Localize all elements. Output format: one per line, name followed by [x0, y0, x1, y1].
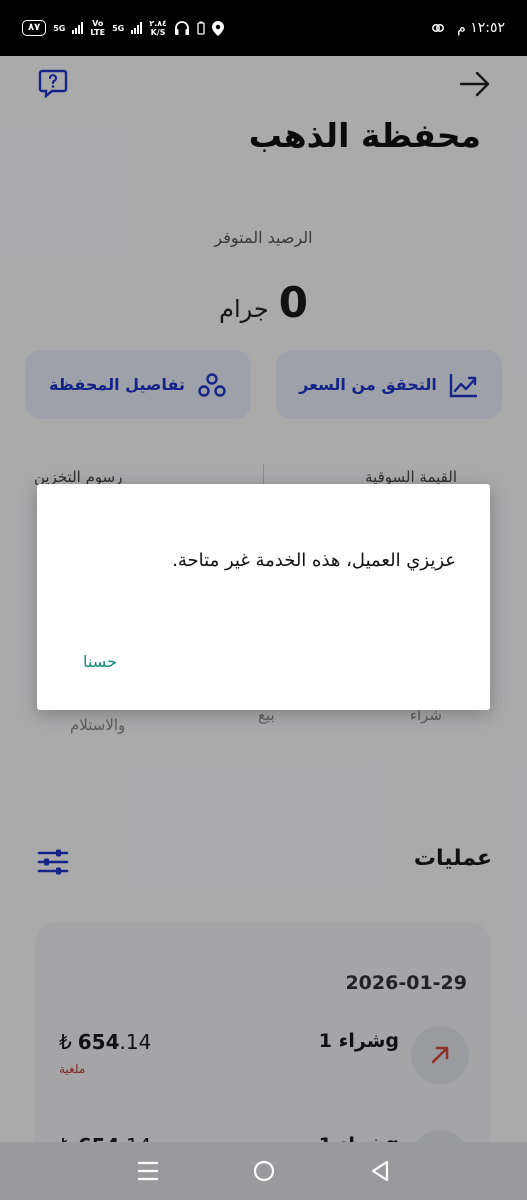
headphones-icon [174, 21, 189, 35]
clock: ١٢:٥٢ م [457, 20, 505, 36]
dialog-ok-button[interactable]: حسنا [83, 652, 117, 671]
system-nav-bar [0, 1142, 527, 1200]
battery-saver-icon [197, 21, 205, 35]
service-unavailable-dialog: عزيزي العميل، هذه الخدمة غير متاحة. حسنا [37, 484, 490, 710]
recents-menu-icon[interactable] [137, 1161, 159, 1181]
status-left: ٨٧ 5G Vo LTE 5G ٢.٨٤ K/S [22, 19, 224, 37]
back-triangle-icon[interactable] [370, 1160, 390, 1182]
network-5g-label-2: 5G [112, 23, 125, 33]
signal-bars-icon [72, 22, 84, 34]
location-icon [211, 20, 224, 36]
link-icon [432, 24, 445, 32]
battery-indicator: ٨٧ [22, 20, 47, 36]
volte-label: Vo LTE [90, 19, 106, 37]
network-5g-label: 5G [53, 23, 66, 33]
data-speed: ٢.٨٤ K/S [149, 19, 167, 37]
status-right: ١٢:٥٢ م [431, 20, 505, 36]
status-bar: ٨٧ 5G Vo LTE 5G ٢.٨٤ K/S ١٢:٥٢ م [0, 0, 527, 56]
home-circle-icon[interactable] [253, 1160, 275, 1182]
dialog-message: عزيزي العميل، هذه الخدمة غير متاحة. [172, 550, 456, 571]
signal-bars-icon-2 [131, 22, 143, 34]
